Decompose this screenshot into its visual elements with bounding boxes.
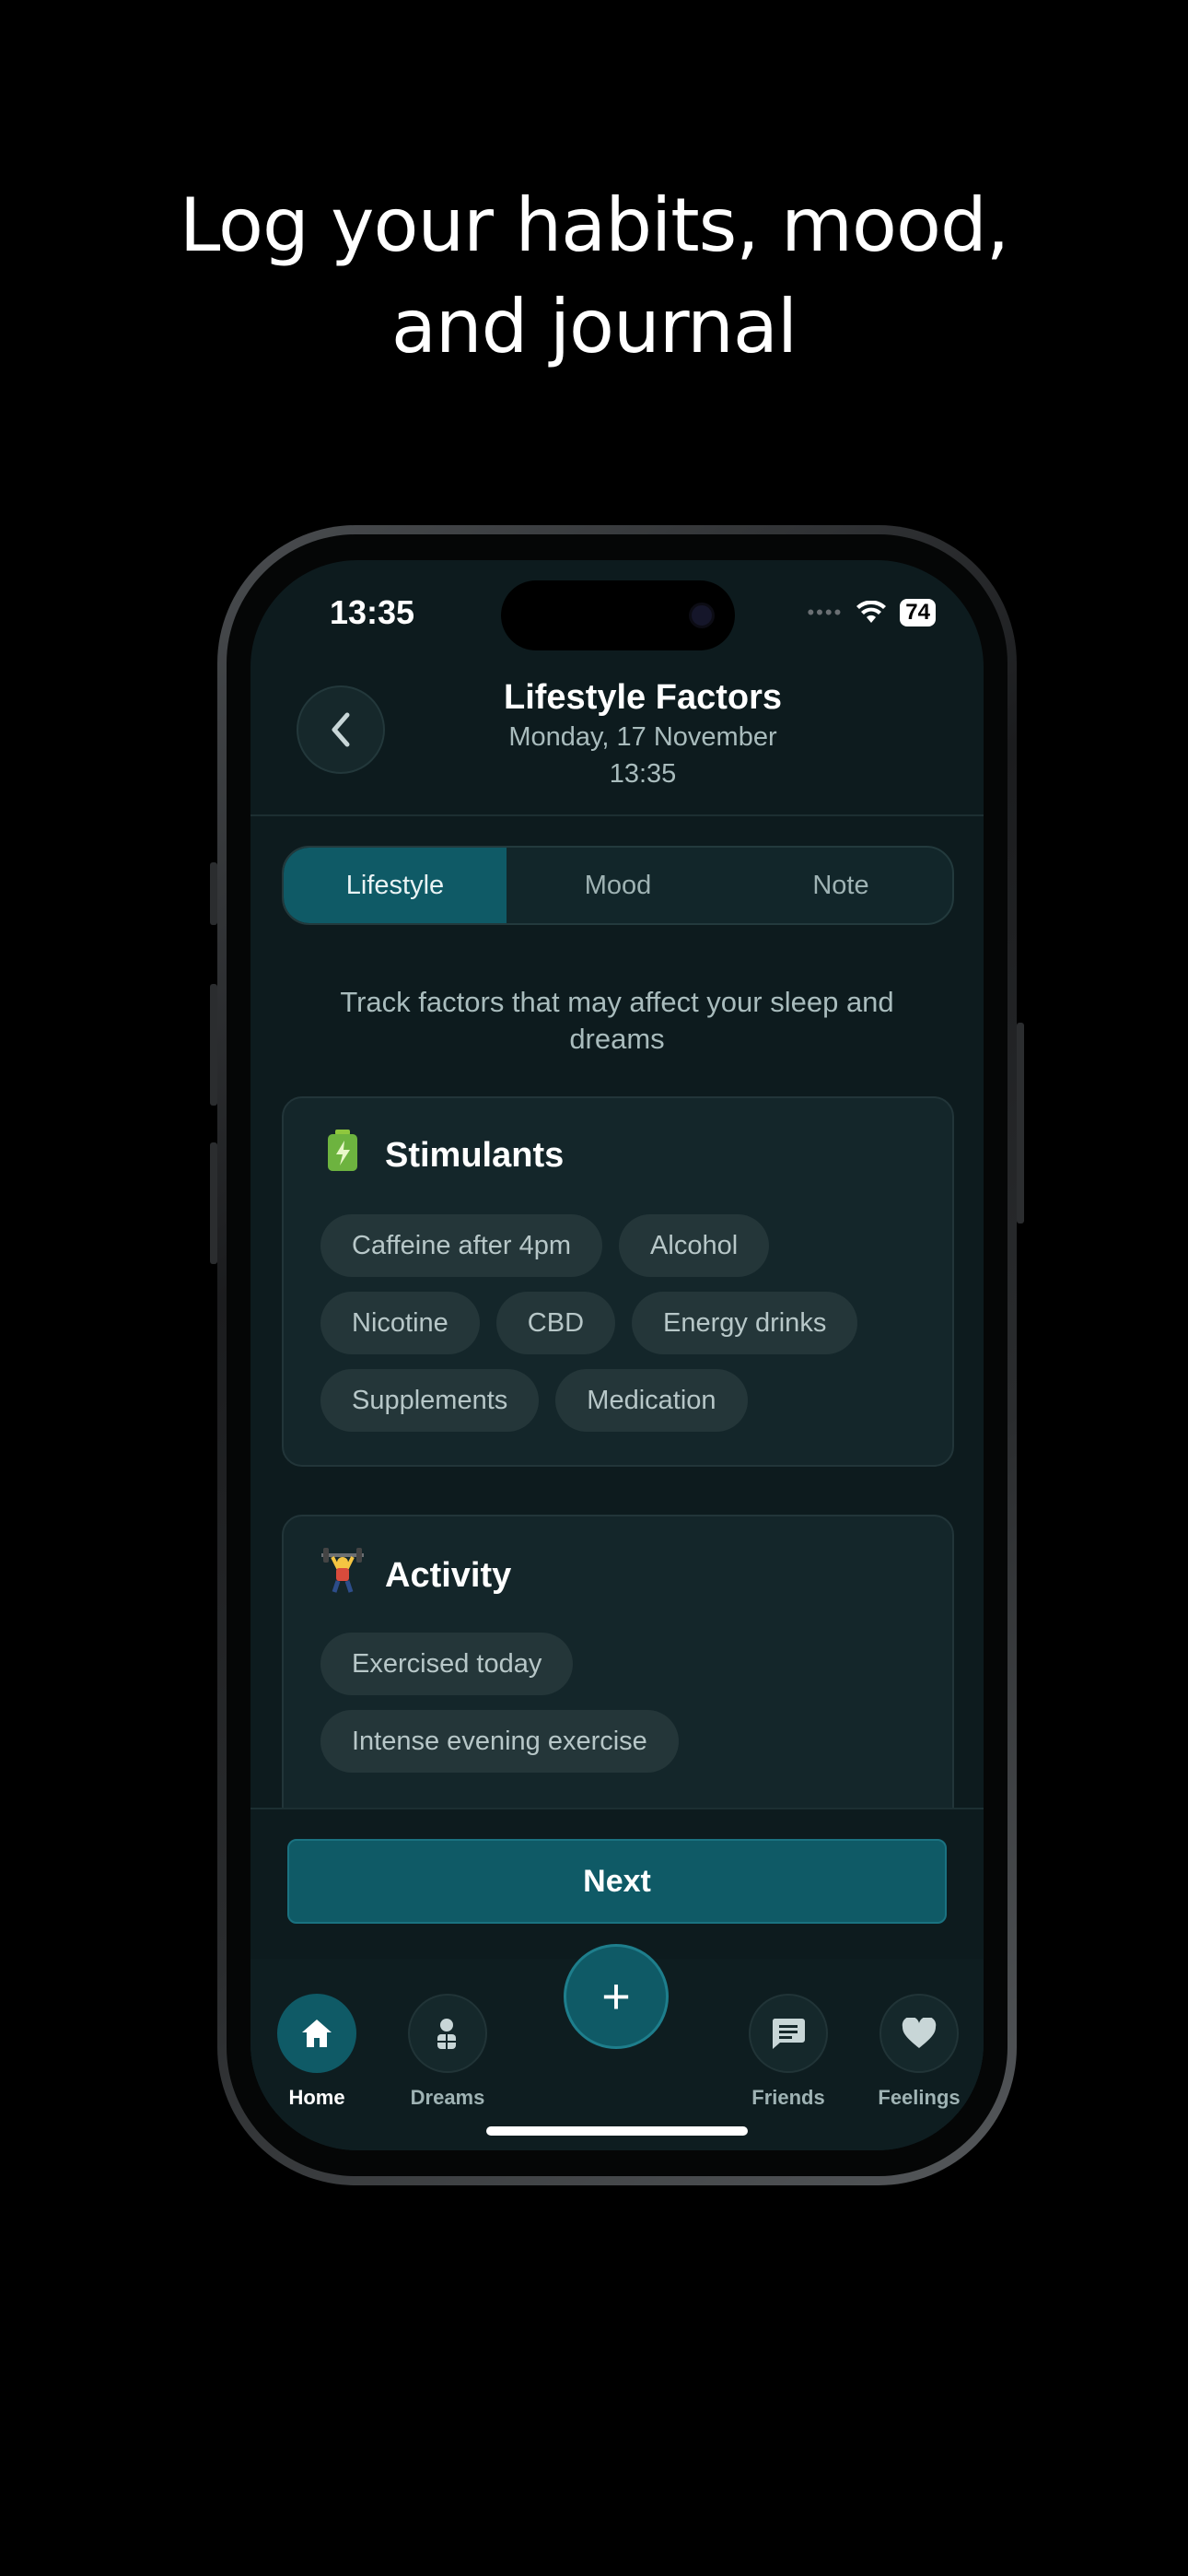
volume-up-button [210,984,217,1106]
nav-dreams-label: Dreams [410,2086,485,2109]
chip-alcohol[interactable]: Alcohol [619,1214,770,1277]
page-title: Lifestyle Factors [504,678,782,717]
segmented-tabs: Lifestyle Mood Note [282,846,954,925]
add-entry-button[interactable]: + [564,1944,669,2049]
page-time: 13:35 [609,759,677,789]
chip-group: Exercised today Intense evening exercise [320,1633,915,1773]
wifi-icon [856,601,887,623]
nav-home[interactable]: Home [262,1959,372,2110]
camera-icon [689,603,715,628]
section-title: Activity [385,1555,512,1595]
power-button [1017,1023,1024,1224]
header-divider [250,814,984,816]
chip-caffeine-after-4pm[interactable]: Caffeine after 4pm [320,1214,603,1277]
headline-line-2: and journal [390,284,798,369]
battery-icon [320,1130,365,1181]
nav-feelings-label: Feelings [878,2086,961,2109]
chip-exercised-today[interactable]: Exercised today [320,1633,574,1695]
battery-indicator: 74 [900,599,936,626]
plus-icon: + [601,1969,631,2024]
chip-nicotine[interactable]: Nicotine [320,1292,480,1354]
page-date: Monday, 17 November [508,722,777,752]
chip-cbd[interactable]: CBD [495,1292,616,1354]
marketing-headline: Log your habits, mood, and journal [0,175,1188,378]
signal-dots-icon: •••• [807,601,844,624]
chip-intense-evening-exercise[interactable]: Intense evening exercise [320,1710,679,1773]
headline-line-1: Log your habits, mood, [179,182,1009,268]
nav-feelings[interactable]: Feelings [864,1959,974,2110]
action-button [210,862,217,925]
tab-note[interactable]: Note [729,848,952,923]
status-icons: •••• 74 [807,599,936,626]
next-button[interactable]: Next [287,1839,947,1924]
tab-lifestyle[interactable]: Lifestyle [284,848,507,923]
chip-group: Caffeine after 4pm Alcohol Nicotine CBD … [320,1214,915,1432]
home-icon [302,2020,332,2047]
app-screen: 13:35 •••• 74 Lifestyle Factors Monday, … [250,560,984,2150]
nav-friends[interactable]: Friends [733,1959,844,2110]
stimulants-card: Stimulants Caffeine after 4pm Alcohol Ni… [282,1096,954,1467]
intro-text: Track factors that may affect your sleep… [340,986,894,1055]
status-time: 13:35 [330,593,415,631]
section-title: Stimulants [385,1135,565,1175]
chat-icon [772,2019,805,2049]
weightlifter-icon [320,1548,365,1603]
nav-friends-label: Friends [751,2086,825,2109]
nav-dreams[interactable]: Dreams [392,1959,503,2110]
page-header: Lifestyle Factors Monday, 17 November 13… [250,676,984,792]
people-icon [437,2019,456,2049]
nav-home-label: Home [288,2086,345,2109]
chip-energy-drinks[interactable]: Energy drinks [632,1292,858,1354]
tab-mood[interactable]: Mood [507,848,729,923]
dynamic-island [501,580,735,650]
chip-medication[interactable]: Medication [555,1369,748,1432]
chip-supplements[interactable]: Supplements [320,1369,540,1432]
home-indicator[interactable] [486,2126,748,2136]
heart-icon [902,2018,937,2048]
volume-down-button [210,1142,217,1264]
